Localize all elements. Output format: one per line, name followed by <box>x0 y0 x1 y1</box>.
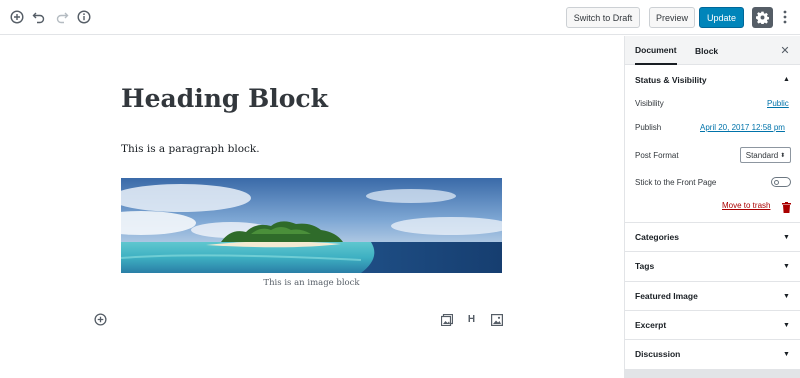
panel-status-visibility[interactable]: Status & Visibility ▲ <box>625 65 800 94</box>
redo-icon[interactable] <box>53 8 71 26</box>
chevron-down-icon: ▼ <box>783 293 790 300</box>
panel-title: Discussion <box>635 349 681 359</box>
visibility-label: Visibility <box>635 99 664 108</box>
plus-circle-icon <box>94 313 107 326</box>
panel-tags[interactable]: Tags ▼ <box>625 251 800 280</box>
chevron-down-icon: ▼ <box>783 234 790 241</box>
panel-title: Tags <box>635 261 655 271</box>
gallery-icon[interactable] <box>440 313 453 326</box>
paragraph-block[interactable]: This is a paragraph block. <box>121 143 260 155</box>
post-format-label: Post Format <box>635 151 679 160</box>
panel-excerpt[interactable]: Excerpt ▼ <box>625 310 800 339</box>
chevron-down-icon: ▼ <box>783 351 790 358</box>
close-icon[interactable]: ✕ <box>779 44 791 57</box>
sidebar-scroll-region <box>625 369 800 378</box>
publish-date-link[interactable]: April 20, 2017 12:58 pm <box>700 123 785 132</box>
plus-circle-icon[interactable] <box>8 8 26 26</box>
move-to-trash-link[interactable]: Move to trash <box>722 201 770 210</box>
panel-title: Categories <box>635 232 679 242</box>
panel-featured-image[interactable]: Featured Image ▼ <box>625 281 800 310</box>
toggle-knob <box>774 179 779 185</box>
heading-icon[interactable]: H <box>465 313 478 326</box>
switch-to-draft-button[interactable]: Switch to Draft <box>566 7 640 28</box>
more-menu-button[interactable] <box>779 8 791 26</box>
trash-icon[interactable] <box>782 200 791 213</box>
update-button[interactable]: Update <box>699 7 744 28</box>
chevron-down-icon: ▼ <box>783 322 790 329</box>
sticky-label: Stick to the Front Page <box>635 178 717 187</box>
tab-block[interactable]: Block <box>695 36 718 65</box>
image-block[interactable] <box>121 178 502 273</box>
gear-icon <box>756 11 769 24</box>
block-inserter-button[interactable] <box>94 313 107 326</box>
panel-title: Excerpt <box>635 320 667 330</box>
image-icon[interactable] <box>490 313 503 326</box>
post-format-value: Standard <box>745 150 779 160</box>
panel-title: Featured Image <box>635 291 698 301</box>
panel-title: Status & Visibility <box>635 74 707 85</box>
panel-categories[interactable]: Categories ▼ <box>625 222 800 251</box>
settings-sidebar: Document Block ✕ Status & Visibility ▲ V… <box>624 36 800 378</box>
publish-label: Publish <box>635 123 662 132</box>
select-arrows-icon: ⬍ <box>780 152 786 159</box>
heading-block[interactable]: Heading Block <box>121 84 328 113</box>
post-format-select[interactable]: Standard ⬍ <box>740 147 791 163</box>
tab-document[interactable]: Document <box>635 36 677 65</box>
info-icon[interactable] <box>75 8 93 26</box>
sticky-toggle[interactable] <box>771 177 791 187</box>
editor-header: Switch to Draft Preview Update <box>0 0 800 35</box>
visibility-link[interactable]: Public <box>767 99 789 108</box>
editor-canvas: Heading Block This is a paragraph block. <box>0 36 624 378</box>
chevron-up-icon: ▲ <box>783 76 790 83</box>
panel-discussion[interactable]: Discussion ▼ <box>625 339 800 368</box>
preview-button[interactable]: Preview <box>649 7 695 28</box>
undo-icon[interactable] <box>30 8 48 26</box>
vertical-ellipsis-icon <box>783 10 787 24</box>
settings-button[interactable] <box>752 7 773 28</box>
chevron-down-icon: ▼ <box>783 263 790 270</box>
image-caption[interactable]: This is an image block <box>121 278 502 288</box>
island-image <box>121 178 502 273</box>
sidebar-tabs: Document Block ✕ <box>625 36 800 65</box>
